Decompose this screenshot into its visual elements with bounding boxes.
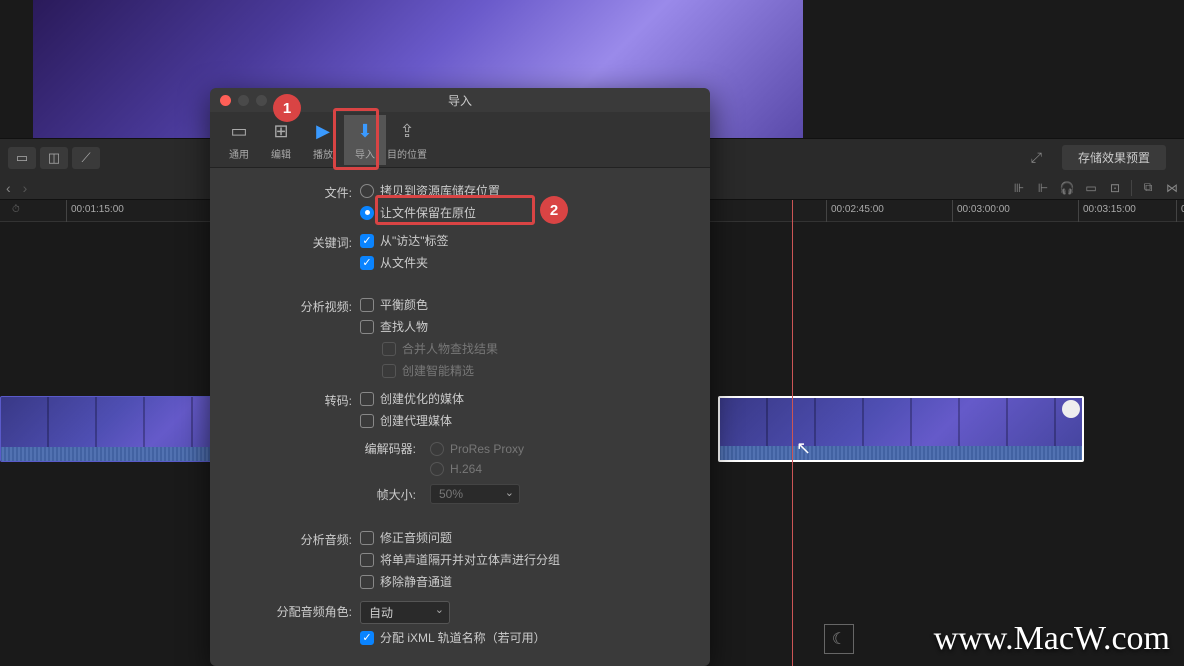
chk-people[interactable] — [360, 320, 374, 334]
headphones-icon[interactable]: 🎧 — [1055, 178, 1079, 198]
codec-prores: ProRes Proxy — [450, 442, 524, 456]
radio-h264 — [430, 462, 444, 476]
prefs-tab-通用[interactable]: ▭通用 — [218, 115, 260, 165]
opt-smart-label: 创建智能精选 — [402, 362, 474, 379]
tool-color-icon[interactable]: ⟋ — [72, 147, 100, 169]
chk-optimized[interactable] — [360, 392, 374, 406]
chk-remove-silent[interactable] — [360, 575, 374, 589]
clip-b-selected[interactable] — [718, 396, 1084, 462]
label-keywords: 关键词: — [210, 232, 360, 251]
prefs-tab-播放[interactable]: ▶播放 — [302, 115, 344, 165]
playhead[interactable] — [792, 200, 793, 666]
opt-silent-label: 移除静音通道 — [380, 573, 452, 590]
opt-optimized-label: 创建优化的媒体 — [380, 390, 464, 407]
opt-folder-label: 从文件夹 — [380, 254, 428, 271]
radio-prores — [430, 442, 444, 456]
prefs-tab-编辑[interactable]: ⊞编辑 — [260, 115, 302, 165]
select-role[interactable]: 自动 — [360, 601, 450, 624]
opt-proxy-label: 创建代理媒体 — [380, 412, 452, 429]
opt-balance-label: 平衡颜色 — [380, 296, 428, 313]
opt-people-label: 查找人物 — [380, 318, 428, 335]
opt-ixml-label: 分配 iXML 轨道名称（若可用） — [380, 629, 546, 646]
radio-copy[interactable] — [360, 184, 374, 198]
nav-fwd[interactable]: › — [17, 180, 34, 196]
expand-icon[interactable]: ⤢ — [1031, 149, 1042, 166]
chk-smart — [382, 364, 396, 378]
chk-proxy[interactable] — [360, 414, 374, 428]
opt-copy-label: 拷贝到资源库储存位置 — [380, 182, 500, 199]
label-framesize: 帧大小: — [360, 486, 424, 503]
label-analyze-video: 分析视频: — [210, 296, 360, 315]
codec-h264: H.264 — [450, 462, 482, 476]
extend-icon[interactable]: ⧉ — [1136, 178, 1160, 198]
opt-keep-label: 让文件保留在原位 — [380, 204, 476, 221]
opt-finder-label: 从"访达"标签 — [380, 232, 449, 249]
select-framesize: 50% — [430, 484, 520, 504]
ruler-tick: 00:03 — [1176, 200, 1184, 222]
ruler-tick: 00:03:15:00 — [1078, 200, 1136, 222]
opt-fix-label: 修正音频问题 — [380, 529, 452, 546]
chk-fix-audio[interactable] — [360, 531, 374, 545]
prefs-tab-导入[interactable]: ⬇导入 — [344, 115, 386, 165]
chk-split[interactable] — [360, 553, 374, 567]
callout-badge-1: 1 — [273, 94, 301, 122]
chk-balance[interactable] — [360, 298, 374, 312]
ruler-tick: 00:01:15:00 — [66, 200, 124, 222]
tool-ken-icon[interactable]: ◫ — [40, 147, 68, 169]
label-file: 文件: — [210, 182, 360, 201]
label-assign-role: 分配音频角色: — [210, 601, 360, 620]
callout-badge-2: 2 — [540, 196, 568, 224]
tl-icon-2[interactable]: ⊩ — [1031, 178, 1055, 198]
label-codec: 编解码器: — [360, 440, 424, 457]
watermark-text: www.MacW.com — [934, 620, 1170, 658]
chk-merge — [382, 342, 396, 356]
chk-finder[interactable]: ✓ — [360, 234, 374, 248]
skimming-icon[interactable]: ⊡ — [1103, 178, 1127, 198]
loop-icon[interactable]: ⋈ — [1160, 178, 1184, 198]
opt-split-label: 将单声道隔开并对立体声进行分组 — [380, 551, 560, 568]
opt-merge-label: 合并人物查找结果 — [402, 340, 498, 357]
prefs-tab-目的位置[interactable]: ⇪目的位置 — [386, 115, 428, 165]
save-effect-preset-button[interactable]: 存储效果预置 — [1062, 145, 1166, 170]
label-transcode: 转码: — [210, 390, 360, 409]
label-analyze-audio: 分析音频: — [210, 529, 360, 548]
tl-icon-1[interactable]: ⊪ — [1007, 178, 1031, 198]
chk-ixml[interactable]: ✓ — [360, 631, 374, 645]
tool-crop-icon[interactable]: ▭ — [8, 147, 36, 169]
chk-folder[interactable]: ✓ — [360, 256, 374, 270]
snap-icon[interactable]: ▭ — [1079, 178, 1103, 198]
radio-keep[interactable] — [360, 206, 374, 220]
ruler-tick: 00:02:45:00 — [826, 200, 884, 222]
nav-back[interactable]: ‹ — [0, 180, 17, 196]
import-preferences-window: 导入 ▭通用⊞编辑▶播放⬇导入⇪目的位置 文件: 拷贝到资源库储存位置 让文件保… — [210, 88, 710, 666]
ruler-tick: 00:03:00:00 — [952, 200, 1010, 222]
watermark-logo: ☾ — [824, 624, 854, 654]
